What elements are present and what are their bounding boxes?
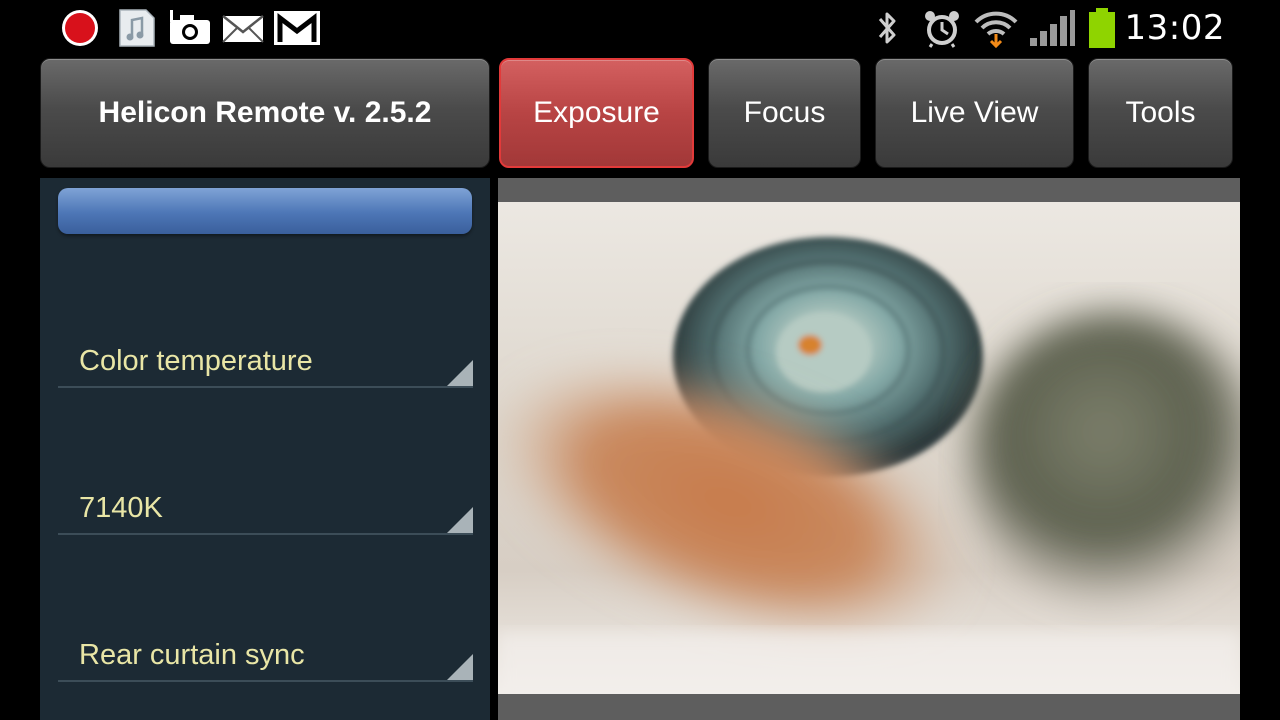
bluetooth-icon xyxy=(878,12,896,44)
battery-icon xyxy=(1089,8,1115,48)
status-bar: 13:02 xyxy=(0,0,1280,56)
color-temperature-setting[interactable]: Color temperature xyxy=(58,336,473,388)
dropdown-arrow-icon xyxy=(447,654,473,680)
dropdown-arrow-icon xyxy=(447,507,473,533)
tab-exposure[interactable]: Exposure xyxy=(499,58,694,168)
app-title-button[interactable]: Helicon Remote v. 2.5.2 xyxy=(40,58,490,168)
live-view-frame[interactable] xyxy=(498,178,1240,720)
settings-panel[interactable]: Color temperature 7140K Rear curtain syn… xyxy=(40,178,490,720)
live-view-image[interactable] xyxy=(498,202,1240,694)
dropdown-arrow-icon xyxy=(447,360,473,386)
tab-focus[interactable]: Focus xyxy=(708,58,861,168)
alarm-icon xyxy=(925,11,959,48)
clock: 13:02 xyxy=(1124,8,1225,48)
setting-value: 7140K xyxy=(79,492,163,524)
email-icon xyxy=(222,15,264,43)
divider xyxy=(58,386,473,388)
color-temperature-value-select[interactable]: 7140K xyxy=(58,483,473,535)
setting-label: Color temperature xyxy=(79,345,313,377)
gmail-icon xyxy=(274,11,320,45)
selected-setting-bar[interactable] xyxy=(58,188,472,234)
flash-sync-setting[interactable]: Rear curtain sync xyxy=(58,630,473,682)
divider xyxy=(58,533,473,535)
wifi-icon xyxy=(974,11,1018,48)
divider xyxy=(58,680,473,682)
tab-tools[interactable]: Tools xyxy=(1088,58,1233,168)
signal-icon xyxy=(1030,10,1075,46)
music-file-icon xyxy=(119,9,155,47)
tab-live-view[interactable]: Live View xyxy=(875,58,1074,168)
record-icon xyxy=(62,10,98,46)
setting-label: Rear curtain sync xyxy=(79,639,305,671)
camera-icon xyxy=(170,10,210,44)
